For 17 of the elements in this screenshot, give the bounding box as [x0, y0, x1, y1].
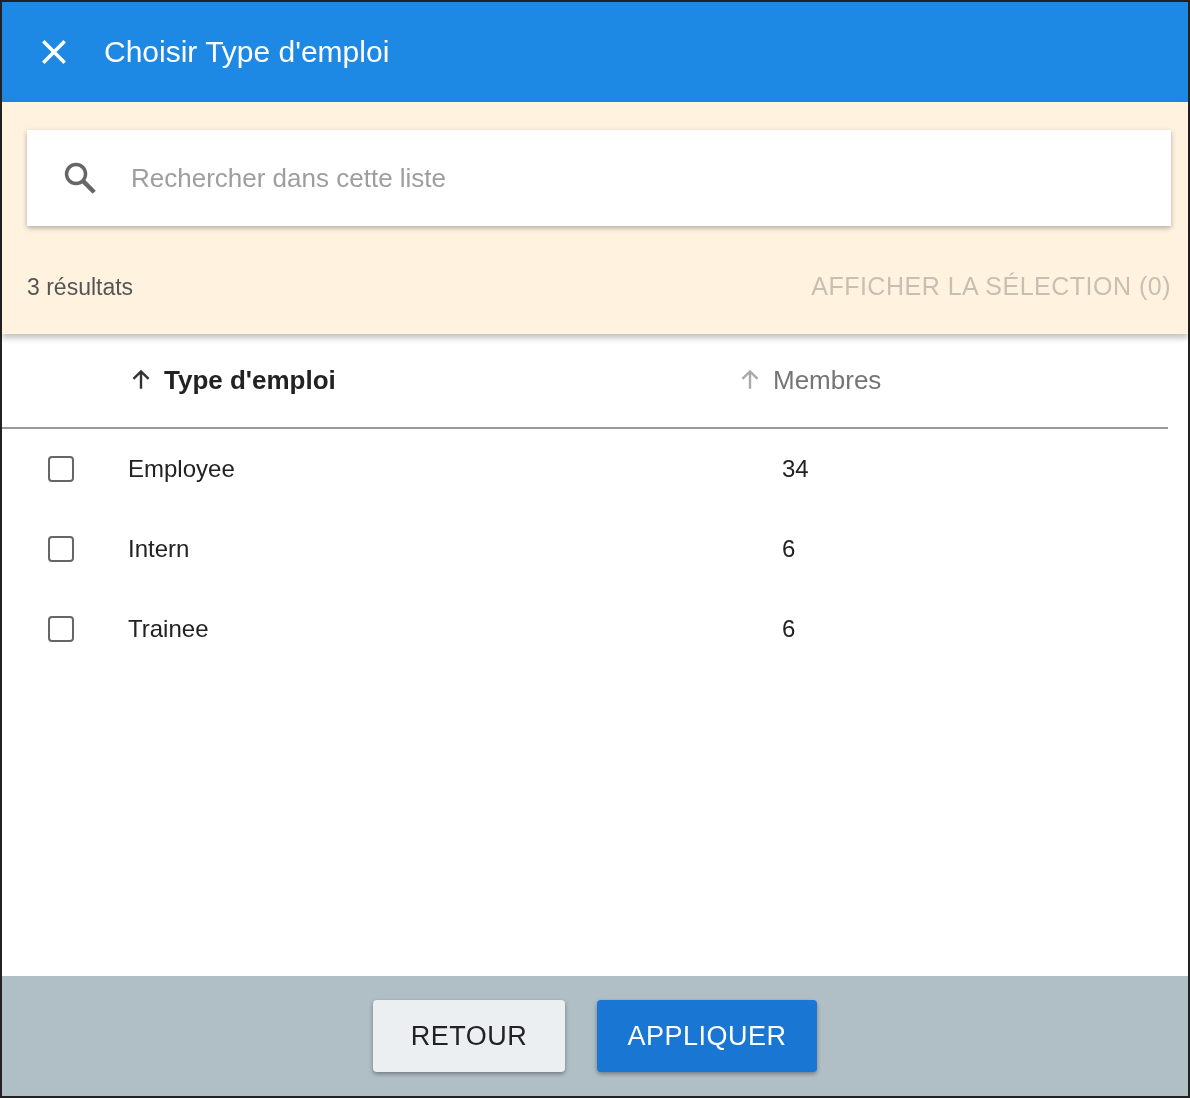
table-cell-text: Intern: [128, 533, 191, 564]
checkbox[interactable]: [48, 615, 74, 642]
checkbox[interactable]: [48, 455, 74, 482]
apply-button[interactable]: APPLIQUER: [597, 1000, 817, 1072]
table-cell-text: Trainee: [128, 613, 210, 644]
column-header[interactable]: Membres: [737, 360, 882, 400]
table-cell-text: Employee: [128, 453, 236, 484]
column-header[interactable]: Type d'emploi: [128, 360, 336, 400]
checkbox[interactable]: [48, 535, 74, 562]
table-cell-text: 34: [782, 453, 809, 484]
table-cell-text: 6: [782, 533, 796, 564]
table-cell-text: 6: [782, 613, 796, 644]
dialog-title: Choisir Type d'emploi: [104, 34, 390, 70]
results-count: 3 résultats: [27, 272, 134, 302]
back-button[interactable]: RETOUR: [373, 1000, 565, 1072]
search-field[interactable]: Rechercher dans cette liste: [27, 130, 1171, 226]
search-input[interactable]: Rechercher dans cette liste: [129, 157, 1171, 199]
